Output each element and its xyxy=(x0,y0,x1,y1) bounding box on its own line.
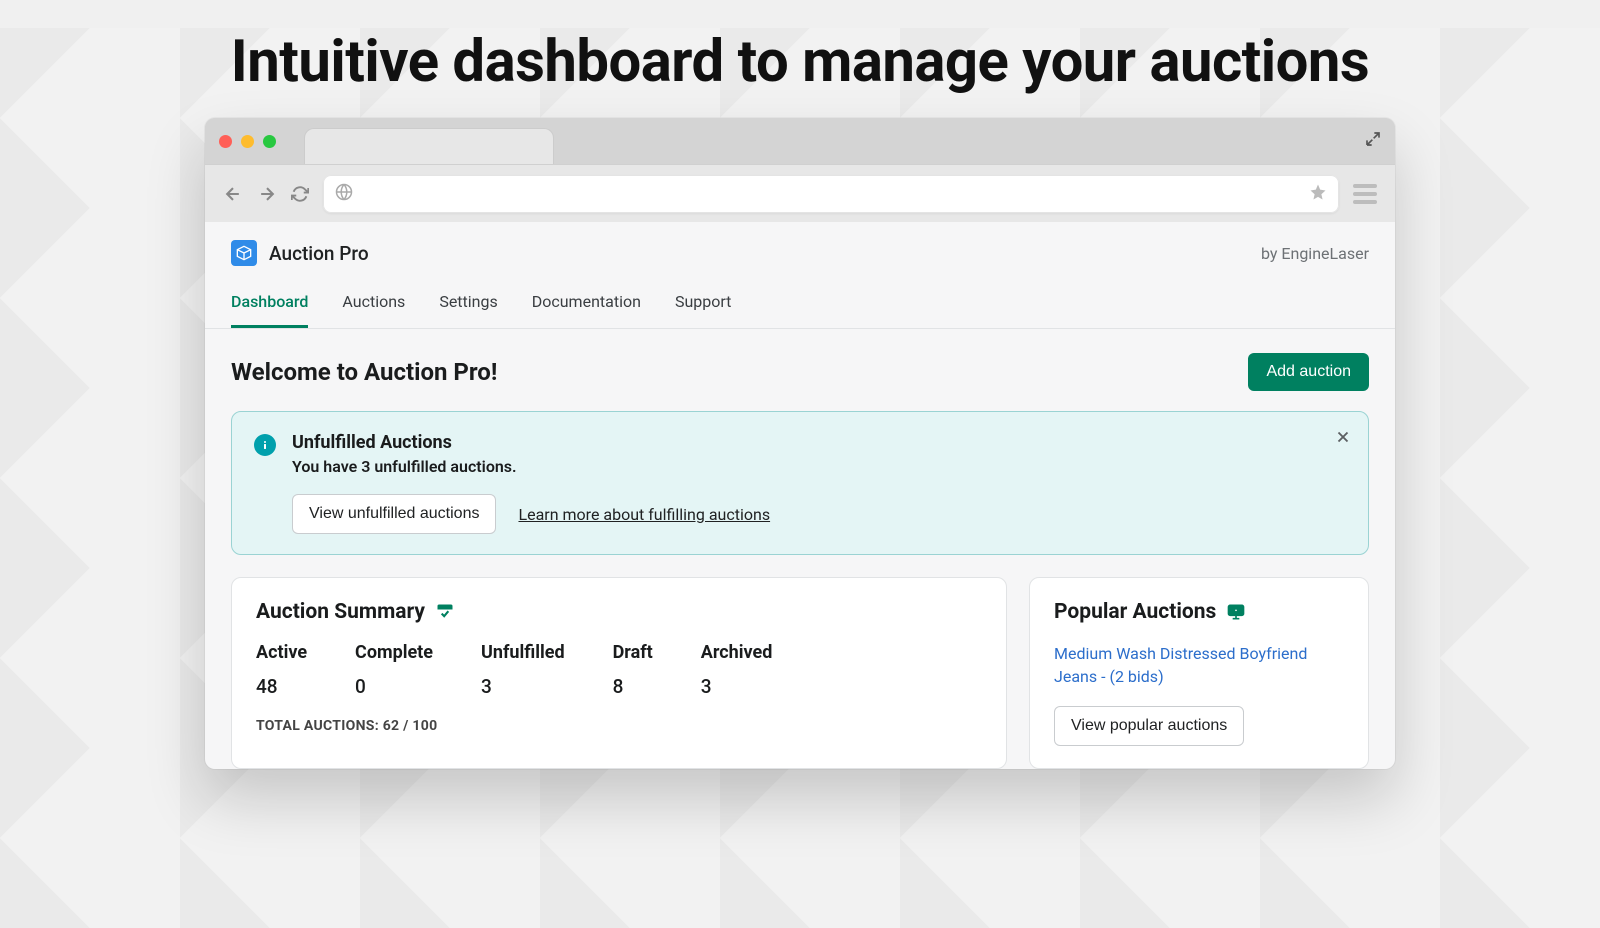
summary-title-text: Auction Summary xyxy=(256,600,425,624)
back-icon[interactable] xyxy=(223,184,243,204)
popular-title: Popular Auctions xyxy=(1054,600,1344,624)
banner-title: Unfulfilled Auctions xyxy=(292,432,517,453)
stat-complete: Complete 0 xyxy=(355,642,433,698)
welcome-row: Welcome to Auction Pro! Add auction xyxy=(231,353,1369,391)
learn-more-link[interactable]: Learn more about fulfilling auctions xyxy=(518,505,770,524)
globe-icon xyxy=(335,183,353,205)
app-title: Auction Pro xyxy=(269,242,369,265)
stat-unfulfilled: Unfulfilled 3 xyxy=(481,642,565,698)
stat-value: 3 xyxy=(701,675,773,698)
view-popular-button[interactable]: View popular auctions xyxy=(1054,706,1244,746)
info-icon xyxy=(254,434,276,456)
app-logo-icon xyxy=(231,240,257,266)
view-unfulfilled-button[interactable]: View unfulfilled auctions xyxy=(292,494,496,534)
stat-label: Active xyxy=(256,642,307,663)
window-controls xyxy=(219,135,276,148)
browser-tabbar xyxy=(205,118,1395,164)
stat-active: Active 48 xyxy=(256,642,307,698)
close-icon[interactable] xyxy=(219,135,232,148)
app-tabs: Dashboard Auctions Settings Documentatio… xyxy=(205,280,1395,329)
stat-label: Archived xyxy=(701,642,773,663)
add-auction-button[interactable]: Add auction xyxy=(1248,353,1369,391)
browser-window: Auction Pro by EngineLaser Dashboard Auc… xyxy=(205,118,1395,769)
total-auctions: TOTAL AUCTIONS: 62 / 100 xyxy=(256,718,982,734)
stat-value: 48 xyxy=(256,675,307,698)
menu-icon[interactable] xyxy=(1353,184,1377,204)
monitor-icon xyxy=(1226,602,1246,622)
page-title: Welcome to Auction Pro! xyxy=(231,358,497,386)
cards-row: Auction Summary Active 48 Complete 0 xyxy=(231,577,1369,769)
close-icon[interactable] xyxy=(1334,428,1352,450)
summary-stats: Active 48 Complete 0 Unfulfilled 3 Dra xyxy=(256,642,982,698)
banner-subtitle: You have 3 unfulfilled auctions. xyxy=(292,457,517,476)
app-frame: Auction Pro by EngineLaser Dashboard Auc… xyxy=(205,222,1395,769)
popular-title-text: Popular Auctions xyxy=(1054,600,1216,624)
stat-draft: Draft 8 xyxy=(613,642,653,698)
unfulfilled-banner: Unfulfilled Auctions You have 3 unfulfil… xyxy=(231,411,1369,555)
stat-label: Complete xyxy=(355,642,433,663)
popular-auctions-card: Popular Auctions Medium Wash Distressed … xyxy=(1029,577,1369,769)
browser-toolbar xyxy=(205,164,1395,222)
content-area: Welcome to Auction Pro! Add auction Unfu… xyxy=(205,329,1395,769)
app-brand: Auction Pro xyxy=(231,240,369,266)
auction-summary-card: Auction Summary Active 48 Complete 0 xyxy=(231,577,1007,769)
marketing-headline: Intuitive dashboard to manage your aucti… xyxy=(0,28,1600,96)
store-check-icon xyxy=(435,602,455,622)
browser-tab[interactable] xyxy=(304,128,554,164)
stat-label: Unfulfilled xyxy=(481,642,565,663)
tab-auctions[interactable]: Auctions xyxy=(342,280,405,328)
summary-title: Auction Summary xyxy=(256,600,982,624)
url-bar[interactable] xyxy=(323,175,1339,213)
app-byline: by EngineLaser xyxy=(1261,244,1369,263)
tab-settings[interactable]: Settings xyxy=(439,280,497,328)
stat-value: 0 xyxy=(355,675,433,698)
bookmark-star-icon[interactable] xyxy=(1309,183,1327,205)
stat-label: Draft xyxy=(613,642,653,663)
tab-documentation[interactable]: Documentation xyxy=(532,280,641,328)
reload-icon[interactable] xyxy=(291,185,309,203)
forward-icon[interactable] xyxy=(257,184,277,204)
tab-support[interactable]: Support xyxy=(675,280,731,328)
expand-icon[interactable] xyxy=(1365,131,1381,151)
minimize-icon[interactable] xyxy=(241,135,254,148)
url-input[interactable] xyxy=(363,185,1299,202)
stat-archived: Archived 3 xyxy=(701,642,773,698)
tab-dashboard[interactable]: Dashboard xyxy=(231,280,308,328)
stat-value: 8 xyxy=(613,675,653,698)
app-header: Auction Pro by EngineLaser xyxy=(205,222,1395,280)
stat-value: 3 xyxy=(481,675,565,698)
popular-auction-link[interactable]: Medium Wash Distressed Boyfriend Jeans -… xyxy=(1054,642,1344,688)
maximize-icon[interactable] xyxy=(263,135,276,148)
